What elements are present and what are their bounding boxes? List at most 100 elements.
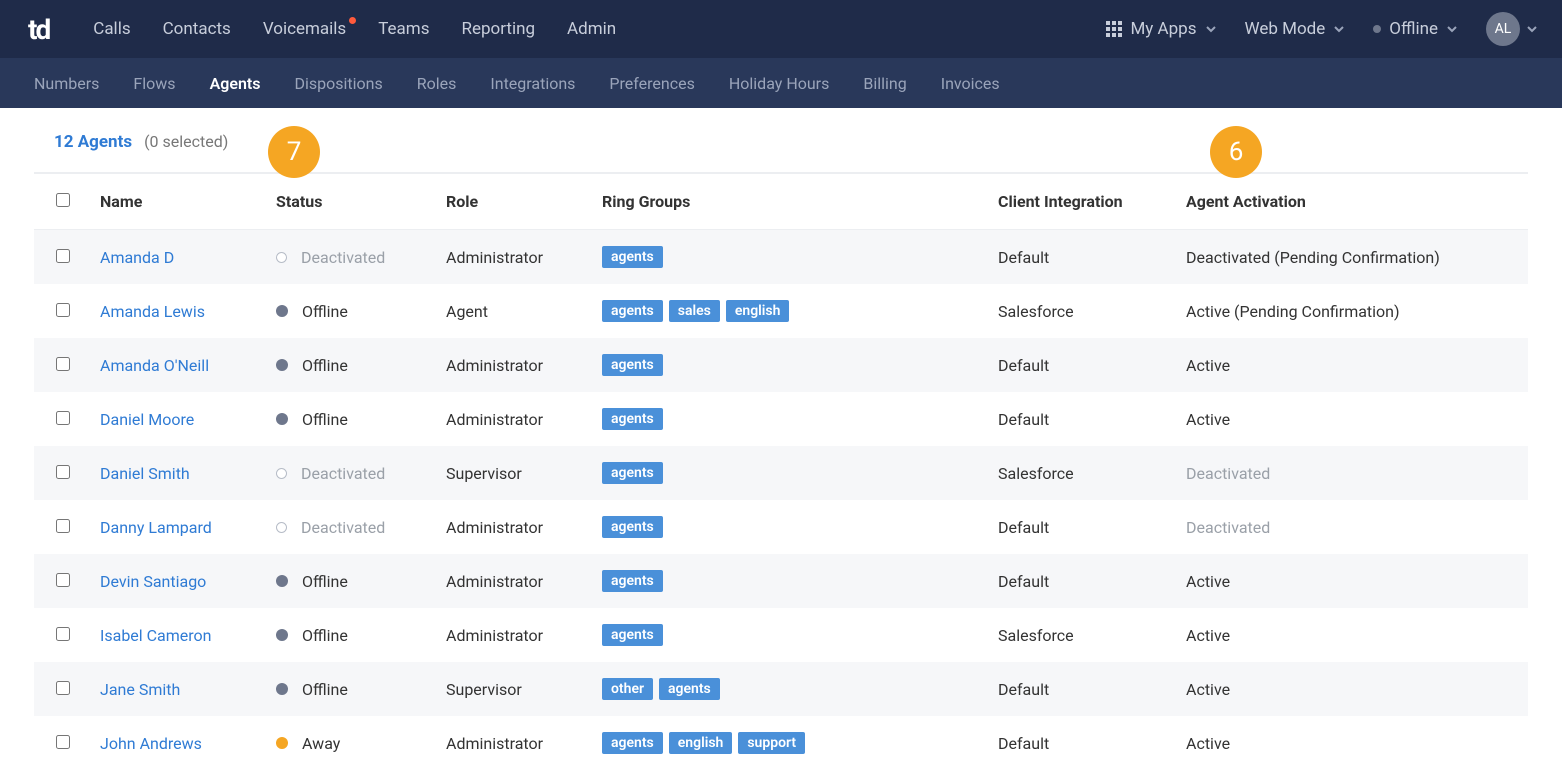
ring-group-tag[interactable]: sales <box>669 300 720 322</box>
ring-groups-cell: agents <box>594 230 990 285</box>
select-all-checkbox[interactable] <box>56 193 70 207</box>
activation-text: Deactivated (Pending Confirmation) <box>1186 248 1440 267</box>
agent-name-link[interactable]: Jane Smith <box>100 680 180 699</box>
row-checkbox[interactable] <box>56 519 70 533</box>
activation-text: Deactivated <box>1186 464 1270 483</box>
subnav-item-agents[interactable]: Agents <box>210 74 261 93</box>
my-apps-label: My Apps <box>1130 19 1196 39</box>
status-cell: Offline <box>268 392 438 446</box>
subnav-item-roles[interactable]: Roles <box>417 74 457 93</box>
status-text: Offline <box>302 302 348 321</box>
role-cell: Supervisor <box>438 662 594 716</box>
row-checkbox[interactable] <box>56 411 70 425</box>
row-checkbox[interactable] <box>56 627 70 641</box>
ring-group-tag[interactable]: agents <box>602 570 663 592</box>
ring-group-tag[interactable]: agents <box>602 624 663 646</box>
client-integration-cell: Default <box>990 716 1178 770</box>
activation-text: Active <box>1186 626 1230 645</box>
row-checkbox[interactable] <box>56 303 70 317</box>
ring-group-tag[interactable]: english <box>669 732 733 754</box>
ring-group-tag[interactable]: agents <box>602 300 663 322</box>
col-status[interactable]: Status <box>268 174 438 230</box>
ring-group-tag[interactable]: agents <box>602 516 663 538</box>
agents-count-link[interactable]: 12 Agents <box>54 132 132 152</box>
row-checkbox[interactable] <box>56 573 70 587</box>
agent-name-link[interactable]: Daniel Smith <box>100 464 190 483</box>
callout-badge-7: 7 <box>268 126 320 178</box>
top-right: My Apps Web Mode Offline AL <box>1106 12 1538 46</box>
table-row: Amanda DDeactivatedAdministratoragentsDe… <box>34 230 1528 285</box>
agent-name-link[interactable]: Daniel Moore <box>100 410 194 429</box>
ring-group-tag[interactable]: support <box>738 732 805 754</box>
presence-menu[interactable]: Offline <box>1373 19 1458 39</box>
row-checkbox[interactable] <box>56 357 70 371</box>
col-client[interactable]: Client Integration <box>990 174 1178 230</box>
client-integration-cell: Default <box>990 554 1178 608</box>
row-checkbox[interactable] <box>56 249 70 263</box>
ring-group-tag[interactable]: agents <box>602 462 663 484</box>
row-checkbox-cell <box>34 338 92 392</box>
subnav-item-holiday-hours[interactable]: Holiday Hours <box>729 74 830 93</box>
topnav-item-calls[interactable]: Calls <box>93 19 130 39</box>
topnav-item-reporting[interactable]: Reporting <box>461 19 535 39</box>
status-text: Offline <box>302 680 348 699</box>
agent-name-link[interactable]: Amanda D <box>100 248 174 267</box>
web-mode-menu[interactable]: Web Mode <box>1245 19 1346 39</box>
name-cell: Amanda Lewis <box>92 284 268 338</box>
my-apps-menu[interactable]: My Apps <box>1106 19 1216 39</box>
col-activation[interactable]: Agent Activation <box>1178 174 1528 230</box>
agents-table: Name Status Role Ring Groups Client Inte… <box>34 174 1528 770</box>
subnav-item-billing[interactable]: Billing <box>863 74 906 93</box>
notification-dot-icon <box>349 17 356 24</box>
col-ring[interactable]: Ring Groups <box>594 174 990 230</box>
subnav-item-integrations[interactable]: Integrations <box>490 74 575 93</box>
row-checkbox[interactable] <box>56 681 70 695</box>
subnav-item-numbers[interactable]: Numbers <box>34 74 99 93</box>
agent-name-link[interactable]: Amanda Lewis <box>100 302 205 321</box>
agent-name-link[interactable]: John Andrews <box>100 734 202 753</box>
agent-name-link[interactable]: Amanda O'Neill <box>100 356 209 375</box>
ring-group-tag[interactable]: agents <box>659 678 720 700</box>
row-checkbox[interactable] <box>56 465 70 479</box>
status-dot-icon <box>276 252 287 263</box>
status-text: Offline <box>302 572 348 591</box>
subnav-item-preferences[interactable]: Preferences <box>609 74 694 93</box>
table-row: Jane SmithOfflineSupervisorotheragentsDe… <box>34 662 1528 716</box>
ring-group-tag[interactable]: english <box>726 300 790 322</box>
ring-group-tag[interactable]: agents <box>602 408 663 430</box>
ring-group-tag[interactable]: agents <box>602 246 663 268</box>
subnav-item-invoices[interactable]: Invoices <box>941 74 1000 93</box>
ring-groups-cell: agents <box>594 392 990 446</box>
ring-group-tag[interactable]: agents <box>602 732 663 754</box>
topnav-item-admin[interactable]: Admin <box>567 19 616 39</box>
name-cell: Daniel Smith <box>92 446 268 500</box>
topnav-item-voicemails[interactable]: Voicemails <box>263 19 346 39</box>
col-name[interactable]: Name <box>92 174 268 230</box>
ring-groups-cell: agents <box>594 608 990 662</box>
ring-groups-cell: agents <box>594 338 990 392</box>
avatar: AL <box>1486 12 1520 46</box>
row-checkbox-cell <box>34 446 92 500</box>
ring-group-tag[interactable]: agents <box>602 354 663 376</box>
name-cell: John Andrews <box>92 716 268 770</box>
row-checkbox[interactable] <box>56 735 70 749</box>
topnav-item-teams[interactable]: Teams <box>378 19 429 39</box>
agent-name-link[interactable]: Isabel Cameron <box>100 626 212 645</box>
ring-group-tag[interactable]: other <box>602 678 653 700</box>
row-checkbox-cell <box>34 284 92 338</box>
topnav-item-contacts[interactable]: Contacts <box>163 19 231 39</box>
activation-text: Active <box>1186 572 1230 591</box>
col-role[interactable]: Role <box>438 174 594 230</box>
subnav-item-dispositions[interactable]: Dispositions <box>295 74 383 93</box>
activation-text: Deactivated <box>1186 518 1270 537</box>
table-row: Daniel SmithDeactivatedSupervisoragentsS… <box>34 446 1528 500</box>
subnav-item-flows[interactable]: Flows <box>133 74 175 93</box>
agent-name-link[interactable]: Danny Lampard <box>100 518 212 537</box>
activation-cell: Active (Pending Confirmation) <box>1178 284 1528 338</box>
list-header: 12 Agents (0 selected) <box>34 132 1528 174</box>
user-menu[interactable]: AL <box>1486 12 1538 46</box>
agent-name-link[interactable]: Devin Santiago <box>100 572 206 591</box>
role-cell: Administrator <box>438 500 594 554</box>
client-integration-cell: Default <box>990 338 1178 392</box>
activation-text: Active <box>1186 410 1230 429</box>
